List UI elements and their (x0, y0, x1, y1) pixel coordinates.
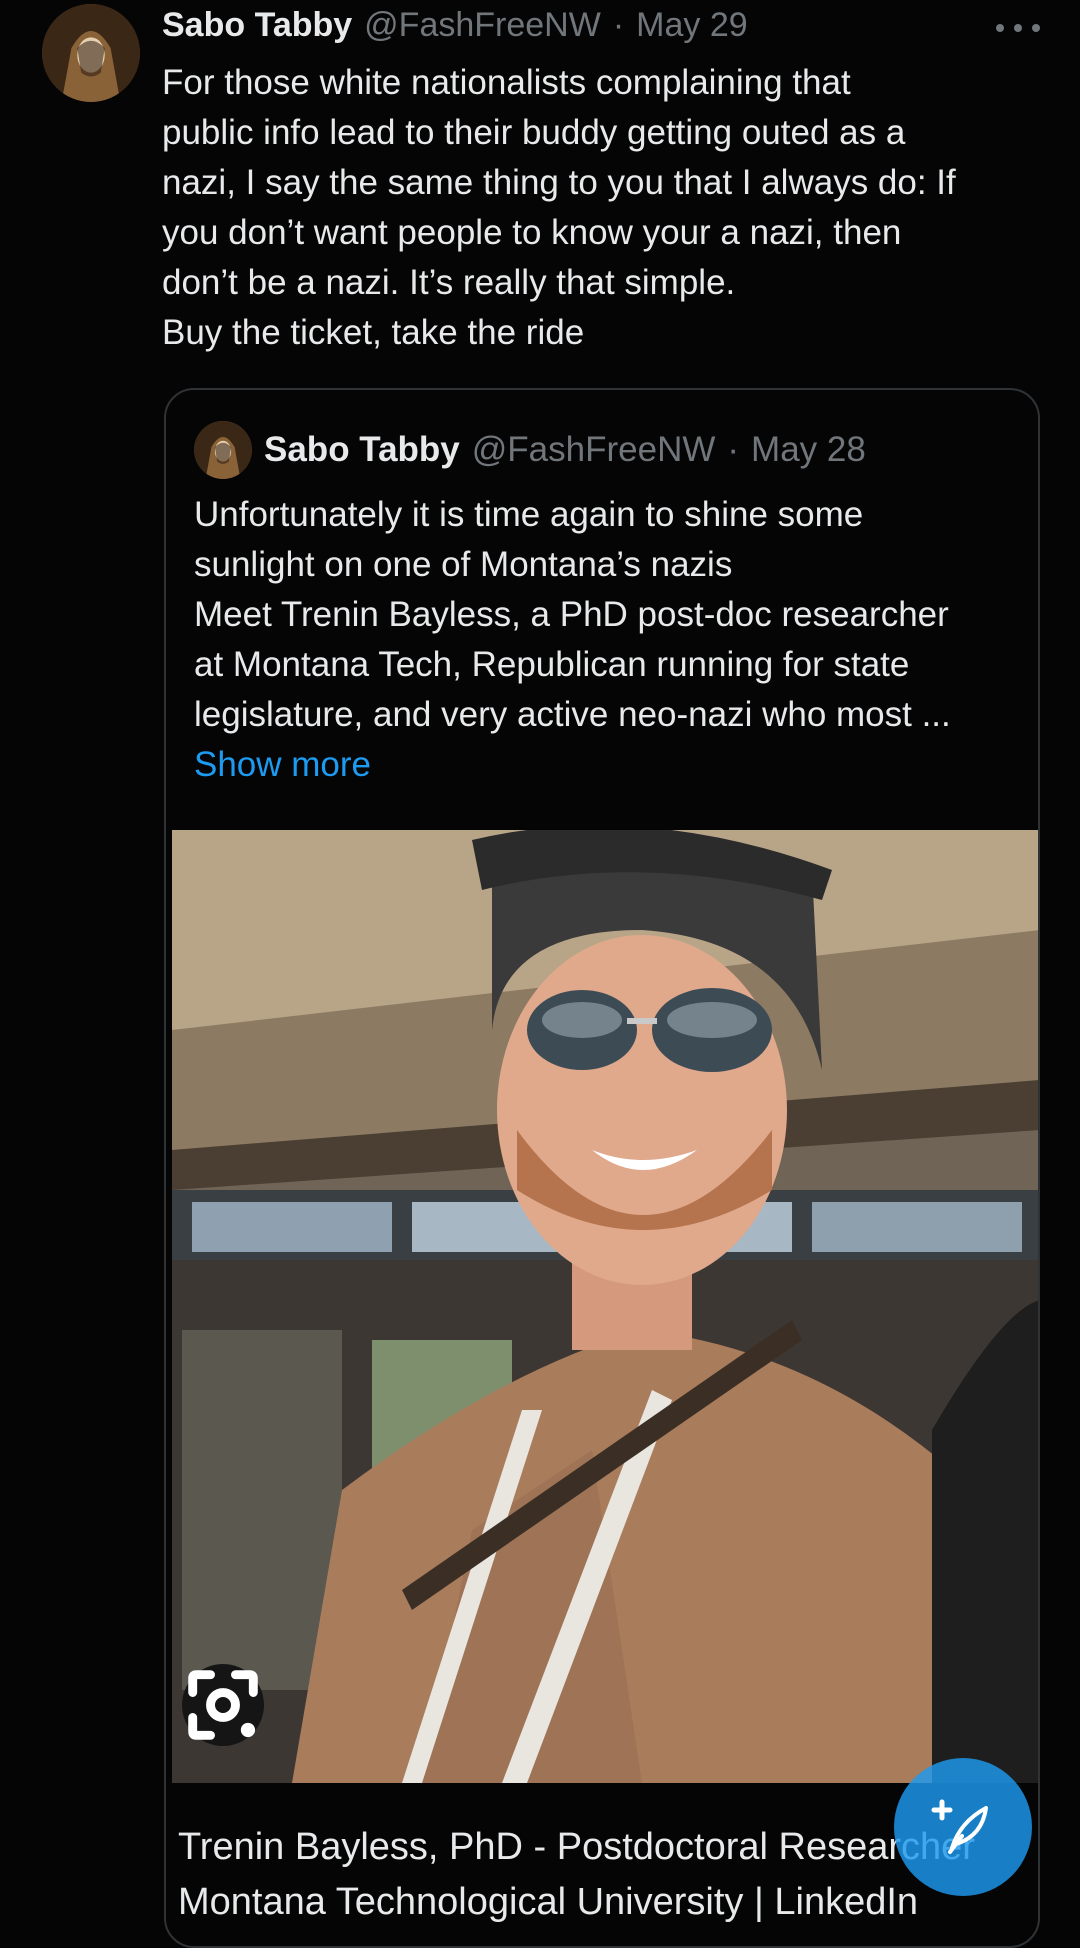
quoted-tweet-header: Sabo Tabby @FashFreeNW · May 28 (194, 420, 866, 480)
tweet-text-line: nazi, I say the same thing to you that I… (162, 163, 956, 202)
compose-feather-icon (931, 1799, 988, 1854)
tweet-date[interactable]: May 29 (636, 6, 748, 45)
tweet-text-line: For those white nationalists complaining… (162, 63, 851, 102)
tweet-text-line: you don’t want people to know your a naz… (162, 213, 902, 252)
author-avatar[interactable] (42, 4, 140, 102)
quoted-author-handle: @FashFreeNW (471, 430, 716, 469)
more-options-icon[interactable] (996, 20, 1040, 36)
quoted-text-line: Meet Trenin Bayless, a PhD post-doc rese… (194, 595, 949, 634)
quoted-author-name: Sabo Tabby (264, 430, 460, 469)
quoted-text-line: at Montana Tech, Republican running for … (194, 645, 910, 684)
tweet-text-line: don’t be a nazi. It’s really that simple… (162, 263, 736, 302)
quoted-text-line: Unfortunately it is time again to shine … (194, 495, 864, 534)
tweet-header: Sabo Tabby @FashFreeNW · May 29 (162, 6, 748, 50)
quoted-tweet-card[interactable]: Sabo Tabby @FashFreeNW · May 28 Unfortun… (164, 388, 1040, 1948)
photo-image (172, 830, 1038, 1783)
lens-icon-glyph (188, 1670, 258, 1740)
link-caption-line: Montana Technological University | Linke… (178, 1881, 919, 1923)
compose-button[interactable] (894, 1758, 1032, 1896)
quoted-tweet-date: May 28 (751, 430, 866, 469)
author-name[interactable]: Sabo Tabby (162, 6, 352, 45)
tweet-text: For those white nationalists complaining… (162, 58, 1032, 358)
quoted-tweet-text: Unfortunately it is time again to shine … (194, 490, 1014, 790)
tweet-text-line: Buy the ticket, take the ride (162, 313, 585, 352)
avatar-image (42, 4, 140, 102)
tweet-text-line: public info lead to their buddy getting … (162, 113, 906, 152)
author-handle[interactable]: @FashFreeNW (364, 6, 601, 45)
quoted-text-line: sunlight on one of Montana’s nazis (194, 545, 733, 584)
show-more-link[interactable]: Show more (194, 740, 1014, 790)
quoted-text-line: legislature, and very active neo-nazi wh… (194, 695, 951, 734)
quoted-author-avatar (194, 421, 252, 479)
quoted-tweet-photo[interactable] (172, 830, 1038, 1783)
lens-search-icon[interactable] (182, 1664, 264, 1746)
separator-dot: · (727, 430, 740, 469)
avatar-image (194, 421, 252, 479)
separator-dot: · (612, 6, 625, 44)
